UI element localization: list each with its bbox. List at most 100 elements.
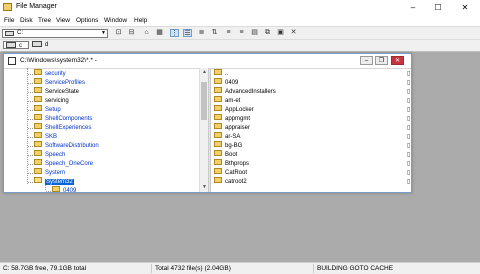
tree-item-security[interactable]: security bbox=[28, 69, 66, 78]
cache-status: BUILDING GOTO CACHE bbox=[317, 265, 394, 272]
drive-c-label: c bbox=[19, 43, 22, 49]
folder-icon bbox=[34, 150, 42, 157]
menu-view[interactable]: View bbox=[56, 17, 70, 24]
sort-by-size-icon[interactable]: ≡ bbox=[237, 29, 246, 37]
details-view-icon[interactable]: ≣ bbox=[197, 29, 206, 37]
folder-icon bbox=[34, 105, 42, 112]
next-column-folder-icon: ▯ bbox=[407, 179, 411, 185]
folder-icon bbox=[214, 159, 222, 166]
file-item-bthprops[interactable]: Bthprops bbox=[214, 159, 249, 168]
tree-item-skb[interactable]: SKB bbox=[28, 132, 57, 141]
folder-icon bbox=[34, 87, 42, 94]
directory-tree[interactable]: security ServiceProfiles ServiceState se… bbox=[4, 68, 208, 192]
drive-select[interactable]: C: ▼ bbox=[2, 29, 108, 38]
hard-drive-icon bbox=[6, 42, 16, 49]
sort-by-name-icon[interactable]: ⇅ bbox=[210, 29, 219, 37]
close-button[interactable]: ✕ bbox=[454, 0, 476, 15]
tree-item-system32[interactable]: System32 bbox=[28, 177, 74, 186]
tree-item-serviceprofiles[interactable]: ServiceProfiles bbox=[28, 78, 85, 87]
tree-item-servicestate[interactable]: ServiceState bbox=[28, 87, 79, 96]
file-list[interactable]: .. 0409 AdvancedInstallers am-et AppLock… bbox=[211, 68, 411, 192]
folder-icon bbox=[34, 168, 42, 175]
sort-by-type-icon[interactable]: ≡ bbox=[224, 29, 233, 37]
menu-file[interactable]: File bbox=[4, 17, 14, 24]
tree-item-shellcomponents[interactable]: ShellComponents bbox=[28, 114, 92, 123]
next-column-folder-icon: ▯ bbox=[407, 134, 411, 140]
folder-icon bbox=[214, 87, 222, 94]
menu-help[interactable]: Help bbox=[134, 17, 147, 24]
tree-item-softwaredistribution[interactable]: SoftwareDistribution bbox=[28, 141, 99, 150]
file-manager-app-icon bbox=[3, 3, 12, 11]
file-total-status: Total 4732 file(s) (2.04GB) bbox=[155, 265, 231, 272]
disconnect-drive-icon[interactable]: ⊟ bbox=[127, 29, 136, 37]
file-item-parent[interactable]: .. bbox=[214, 69, 228, 78]
sort-by-date-icon[interactable]: ▤ bbox=[250, 29, 259, 37]
file-item-catroot2[interactable]: catroot2 bbox=[214, 177, 247, 186]
chevron-down-icon: ▼ bbox=[101, 30, 106, 36]
child-minimize-button[interactable]: – bbox=[360, 56, 373, 65]
list-view-icon[interactable]: ☰ bbox=[183, 29, 192, 37]
next-column-folder-icon: ▯ bbox=[407, 116, 411, 122]
title-bar: File Manager – ☐ ✕ bbox=[0, 0, 480, 16]
folder-icon bbox=[34, 132, 42, 139]
file-item-ar-sa[interactable]: ar-SA bbox=[214, 132, 240, 141]
minimize-button[interactable]: – bbox=[402, 0, 424, 15]
folder-icon bbox=[34, 69, 42, 76]
status-divider bbox=[151, 264, 152, 273]
folder-icon bbox=[214, 177, 222, 184]
file-item-appmgmt[interactable]: appmgmt bbox=[214, 114, 250, 123]
menu-options[interactable]: Options bbox=[76, 17, 98, 24]
open-folder-icon bbox=[34, 177, 42, 184]
small-icons-view-icon[interactable]: ⋮ bbox=[170, 29, 179, 37]
file-item-am-et[interactable]: am-et bbox=[214, 96, 240, 105]
file-item-boot[interactable]: Boot bbox=[214, 150, 237, 159]
copy-icon[interactable]: ⧉ bbox=[263, 29, 272, 37]
tree-item-speech[interactable]: Speech bbox=[28, 150, 65, 159]
menu-tree[interactable]: Tree bbox=[38, 17, 51, 24]
folder-icon bbox=[214, 123, 222, 130]
next-column-folder-icon: ▯ bbox=[407, 161, 411, 167]
tree-scrollbar[interactable]: ▲ ▼ bbox=[199, 68, 208, 192]
share-icon[interactable]: ⌂ bbox=[142, 29, 151, 37]
disk-free-status: C: 58.7GB free, 79.1GB total bbox=[3, 265, 87, 272]
file-item-0409[interactable]: 0409 bbox=[214, 78, 238, 87]
folder-icon bbox=[34, 114, 42, 121]
tree-item-shellexperiences[interactable]: ShellExperiences bbox=[28, 123, 91, 132]
drive-bar: c d bbox=[0, 39, 480, 52]
large-icons-view-icon[interactable]: ▦ bbox=[155, 29, 164, 37]
tree-item-setup[interactable]: Setup bbox=[28, 105, 61, 114]
menu-window[interactable]: Window bbox=[104, 17, 127, 24]
next-column-folder-icon: ▯ bbox=[407, 89, 411, 95]
maximize-button[interactable]: ☐ bbox=[427, 0, 449, 15]
hard-drive-icon bbox=[32, 41, 42, 48]
scroll-thumb[interactable] bbox=[201, 82, 207, 120]
next-column-folder-icon: ▯ bbox=[407, 170, 411, 176]
folder-icon bbox=[34, 159, 42, 166]
hard-drive-icon bbox=[5, 31, 14, 36]
file-item-bg-bg[interactable]: bg-BG bbox=[214, 141, 242, 150]
status-divider bbox=[313, 264, 314, 273]
file-item-catroot[interactable]: CatRoot bbox=[214, 168, 247, 177]
file-item-advancedinstallers[interactable]: AdvancedInstallers bbox=[214, 87, 276, 96]
child-close-button[interactable]: ✕ bbox=[391, 56, 404, 65]
directory-window-icon bbox=[8, 57, 16, 65]
tree-item-0409[interactable]: 0409 bbox=[46, 186, 76, 192]
folder-icon bbox=[214, 96, 222, 103]
delete-icon[interactable]: ✕ bbox=[289, 29, 298, 37]
file-item-applocker[interactable]: AppLocker bbox=[214, 105, 254, 114]
drive-d-label: d bbox=[45, 42, 49, 48]
child-restore-button[interactable]: ❐ bbox=[375, 56, 388, 65]
drive-c-tab[interactable]: c bbox=[3, 41, 29, 49]
menu-disk[interactable]: Disk bbox=[20, 17, 33, 24]
paste-icon[interactable]: ▣ bbox=[276, 29, 285, 37]
tree-item-system[interactable]: System bbox=[28, 168, 65, 177]
next-column-folder-icon: ▯ bbox=[407, 80, 411, 86]
directory-window-title: C:\Windows\system32\*.* - bbox=[20, 57, 97, 64]
connect-drive-icon[interactable]: ⊡ bbox=[114, 29, 123, 37]
folder-icon bbox=[214, 132, 222, 139]
drive-d-tab[interactable]: d bbox=[30, 41, 58, 49]
tree-item-speech-onecore[interactable]: Speech_OneCore bbox=[28, 159, 93, 168]
folder-icon bbox=[214, 105, 222, 112]
tree-item-servicing[interactable]: servicing bbox=[28, 96, 69, 105]
file-item-appraiser[interactable]: appraiser bbox=[214, 123, 250, 132]
